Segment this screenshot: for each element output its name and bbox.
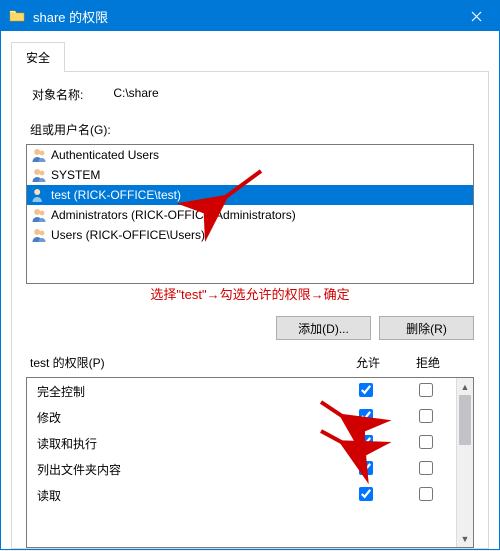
permission-row: 读取 bbox=[27, 482, 473, 508]
deny-checkbox[interactable] bbox=[419, 383, 433, 397]
permissions-table: 完全控制修改读取和执行列出文件夹内容读取 ▲ ▼ bbox=[26, 377, 474, 548]
close-button[interactable] bbox=[454, 1, 499, 31]
dialog-body: 安全 对象名称: C:\share 组或用户名(G): Authenticate… bbox=[1, 31, 499, 549]
deny-checkbox[interactable] bbox=[419, 461, 433, 475]
column-deny: 拒绝 bbox=[398, 354, 458, 371]
list-item[interactable]: Authenticated Users bbox=[27, 145, 473, 165]
users-group-icon bbox=[31, 227, 47, 243]
permission-name: 读取 bbox=[37, 487, 336, 504]
tab-bar: 安全 bbox=[11, 41, 489, 72]
add-button[interactable]: 添加(D)... bbox=[276, 316, 371, 340]
list-item[interactable]: Users (RICK-OFFICE\Users) bbox=[27, 225, 473, 245]
window-title: share 的权限 bbox=[33, 7, 454, 26]
list-item-label: Authenticated Users bbox=[51, 148, 159, 162]
allow-checkbox[interactable] bbox=[359, 487, 373, 501]
allow-checkbox[interactable] bbox=[359, 435, 373, 449]
remove-button[interactable]: 删除(R) bbox=[379, 316, 474, 340]
scroll-down-icon[interactable]: ▼ bbox=[457, 530, 473, 547]
users-group-icon bbox=[31, 167, 47, 183]
object-name-value: C:\share bbox=[113, 86, 158, 103]
list-item-label: test (RICK-OFFICE\test) bbox=[51, 188, 181, 202]
groups-label: 组或用户名(G): bbox=[26, 121, 474, 138]
scroll-thumb[interactable] bbox=[459, 395, 471, 445]
list-item-label: Users (RICK-OFFICE\Users) bbox=[51, 228, 205, 242]
permission-row: 完全控制 bbox=[27, 378, 473, 404]
allow-checkbox[interactable] bbox=[359, 461, 373, 475]
folder-icon bbox=[9, 8, 25, 24]
users-group-icon bbox=[31, 147, 47, 163]
deny-checkbox[interactable] bbox=[419, 409, 433, 423]
list-item[interactable]: test (RICK-OFFICE\test) bbox=[27, 185, 473, 205]
permissions-dialog: share 的权限 安全 对象名称: C:\share 组或用户名(G): Au… bbox=[0, 0, 500, 550]
list-item-label: SYSTEM bbox=[51, 168, 100, 182]
list-item[interactable]: SYSTEM bbox=[27, 165, 473, 185]
scroll-up-icon[interactable]: ▲ bbox=[457, 378, 473, 395]
annotation-text: 选择"test"→勾选允许的权限→确定 bbox=[26, 284, 474, 306]
user-icon bbox=[31, 187, 47, 203]
tab-security[interactable]: 安全 bbox=[11, 42, 65, 72]
security-panel: 对象名称: C:\share 组或用户名(G): Authenticated U… bbox=[11, 72, 489, 549]
deny-checkbox[interactable] bbox=[419, 487, 433, 501]
permission-name: 读取和执行 bbox=[37, 435, 336, 452]
permission-name: 列出文件夹内容 bbox=[37, 461, 336, 478]
permission-row: 列出文件夹内容 bbox=[27, 456, 473, 482]
object-name-label: 对象名称: bbox=[32, 86, 83, 103]
list-item[interactable]: Administrators (RICK-OFFICE\Administrato… bbox=[27, 205, 473, 225]
column-allow: 允许 bbox=[338, 354, 398, 371]
titlebar[interactable]: share 的权限 bbox=[1, 1, 499, 31]
permission-name: 修改 bbox=[37, 409, 336, 426]
permission-row: 读取和执行 bbox=[27, 430, 473, 456]
allow-checkbox[interactable] bbox=[359, 383, 373, 397]
permission-name: 完全控制 bbox=[37, 383, 336, 400]
list-item-label: Administrators (RICK-OFFICE\Administrato… bbox=[51, 208, 296, 222]
allow-checkbox[interactable] bbox=[359, 409, 373, 423]
permission-row: 修改 bbox=[27, 404, 473, 430]
user-list[interactable]: Authenticated Users SYSTEM test (RICK-OF… bbox=[26, 144, 474, 284]
scrollbar[interactable]: ▲ ▼ bbox=[456, 378, 473, 547]
users-group-icon bbox=[31, 207, 47, 223]
deny-checkbox[interactable] bbox=[419, 435, 433, 449]
permissions-title: test 的权限(P) bbox=[30, 354, 338, 371]
